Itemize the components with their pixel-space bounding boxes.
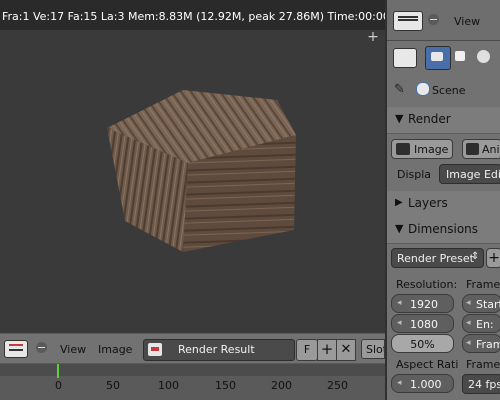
render-panel-title: Render [408,112,451,126]
render-tab-icon[interactable] [425,46,451,70]
rendered-cube [107,90,296,252]
scene-tab-icon[interactable] [475,48,493,66]
timeline-tick: 150 [215,379,236,392]
scene-icon [416,82,430,96]
fake-user-button[interactable]: F [296,339,318,361]
display-mode-select[interactable]: Image Edito [439,164,500,184]
resolution-percentage-slider[interactable]: 50% [391,334,454,353]
image-browse-icon[interactable] [148,343,162,356]
updown-arrows-icon: ⇕ [471,251,480,262]
render-panel-header[interactable]: ▼ Render [387,107,500,134]
render-presets-menu[interactable]: Render Preset ⇕ [391,248,484,268]
frame-step-label: Fram [476,338,500,351]
clapper-icon [466,143,479,155]
decrement-arrow-icon[interactable]: ◂ [397,378,402,388]
properties-mode-icon[interactable] [393,48,417,68]
panel-collapsed-icon: ▶ [395,197,403,208]
menu-image[interactable]: Image [98,343,132,356]
decrement-arrow-icon[interactable]: ◂ [466,318,471,328]
collapse-menus-icon[interactable] [36,342,47,353]
frame-rate-select[interactable]: 24 fps [462,374,500,394]
menu-view[interactable]: View [60,343,86,356]
panel-expanded-icon: ▼ [395,112,404,125]
frame-end-label: En: 2 [476,318,494,332]
image-browse-field[interactable]: Render Result [143,339,295,361]
resolution-y-value: 1080 [410,318,438,331]
editor-type-icon[interactable] [4,340,28,358]
dimensions-panel-header[interactable]: ▼ Dimensions [387,217,500,244]
timeline-tick: 0 [55,379,62,392]
image-name[interactable]: Render Result [178,343,255,356]
resolution-x-field[interactable]: ◂ 1920 [391,294,454,313]
resolution-y-field[interactable]: ◂ 1080 [391,314,454,333]
camera-icon [396,143,410,155]
render-animation-button[interactable]: Anim [462,139,500,159]
frame-step-field[interactable]: ◂ Fram [462,334,500,353]
add-preset-icon[interactable]: + [486,248,500,268]
render-animation-label: Anim [482,143,500,156]
layers-panel-header[interactable]: ▶ Layers [387,191,500,218]
timeline-tick: 200 [271,379,292,392]
current-frame-marker[interactable] [57,364,59,378]
render-info-bar: Fra:1 Ve:17 Fa:15 La:3 Mem:8.83M (12.92M… [0,0,407,30]
collapse-properties-icon[interactable] [428,14,439,25]
decrement-arrow-icon[interactable]: ◂ [466,338,471,348]
layers-panel-title: Layers [408,196,448,210]
render-image-label: Image [414,143,449,156]
decrement-arrow-icon[interactable]: ◂ [397,318,402,328]
frame-start-field[interactable]: ◂ Start [462,294,500,313]
scene-name: Scene [432,84,466,97]
frame-range-label: Frame [466,278,500,291]
aspect-x-value: 1.000 [410,378,442,391]
render-stats-text: Fra:1 Ve:17 Fa:15 La:3 Mem:8.83M (12.92M… [2,10,408,23]
properties-menu-view[interactable]: View [454,15,480,28]
aspect-x-field[interactable]: ◂ 1.000 [391,374,454,393]
frame-start-label: Start [476,298,500,311]
resolution-label: Resolution: [396,278,458,291]
render-viewport[interactable] [0,30,385,333]
render-layers-tab-icon[interactable] [452,48,470,66]
expand-region-icon[interactable]: + [366,30,380,44]
render-presets-label: Render Preset [397,252,474,265]
decrement-arrow-icon[interactable]: ◂ [397,298,402,308]
frame-end-field[interactable]: ◂ En: 2 [462,314,500,333]
image-editor-header: View Image Render Result F + ✕ Slot [0,333,385,364]
timeline-tick: 50 [106,379,120,392]
unlink-image-icon[interactable]: ✕ [336,339,356,361]
pin-icon[interactable]: ✎ [394,82,405,97]
panel-expanded-icon: ▼ [395,222,404,235]
decrement-arrow-icon[interactable]: ◂ [466,298,471,308]
render-image-button[interactable]: Image [391,139,453,159]
properties-editor-type-icon[interactable] [393,11,423,31]
timeline-tick: 250 [327,379,348,392]
new-image-icon[interactable]: + [317,339,337,361]
timeline-tick: 100 [158,379,179,392]
resolution-x-value: 1920 [410,298,438,311]
slot-selector[interactable]: Slot [361,339,385,359]
dimensions-panel-title: Dimensions [408,222,479,236]
display-label: Displa [397,168,432,181]
frame-rate-label: Frame [466,358,500,371]
aspect-ratio-label: Aspect Rati [396,358,459,371]
